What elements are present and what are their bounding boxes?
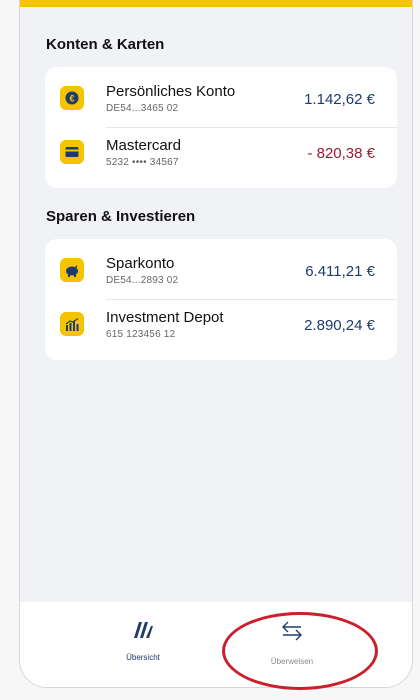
bar-chart-icon [60, 312, 84, 336]
account-balance: 1.142,62 € [304, 91, 375, 108]
account-balance: 6.411,21 € [305, 263, 375, 280]
piggy-bank-icon [60, 258, 84, 282]
svg-text:€: € [69, 94, 74, 104]
overview-icon [134, 622, 153, 638]
credit-card-icon [60, 140, 84, 164]
account-balance: - 820,38 € [307, 145, 375, 162]
tab-overview[interactable]: Übersicht [83, 620, 203, 662]
section-title-accounts: Konten & Karten [46, 36, 165, 53]
account-name: Mastercard [106, 137, 182, 154]
app-screen: Konten & Karten € Persönliches Konto DE5… [19, 0, 413, 688]
top-accent-bar [20, 0, 412, 7]
account-number: 615 123456 12 [106, 329, 176, 340]
account-row-savings[interactable]: Sparkonto DE54...2893 02 6.411,21 € [45, 242, 397, 299]
account-name: Sparkonto [106, 255, 175, 272]
account-balance: 2.890,24 € [304, 317, 375, 334]
account-name: Persönliches Konto [106, 83, 236, 100]
account-row-personal[interactable]: € Persönliches Konto DE54...3465 02 1.14… [45, 70, 397, 127]
account-name: Investment Depot [106, 309, 224, 326]
account-iban: DE54...3465 02 [106, 103, 179, 114]
card-number: 5232 •••• 34567 [106, 157, 179, 168]
accounts-card: € Persönliches Konto DE54...3465 02 1.14… [45, 67, 397, 188]
section-title-savings: Sparen & Investieren [46, 208, 196, 225]
savings-card: Sparkonto DE54...2893 02 6.411,21 € Inve… [45, 239, 397, 360]
highlight-circle [222, 612, 378, 690]
account-row-mastercard[interactable]: Mastercard 5232 •••• 34567 - 820,38 € [45, 124, 397, 181]
account-iban: DE54...2893 02 [106, 275, 179, 286]
euro-icon: € [60, 86, 84, 110]
tab-overview-label: Übersicht [126, 653, 160, 662]
account-row-depot[interactable]: Investment Depot 615 123456 12 2.890,24 … [45, 296, 397, 353]
